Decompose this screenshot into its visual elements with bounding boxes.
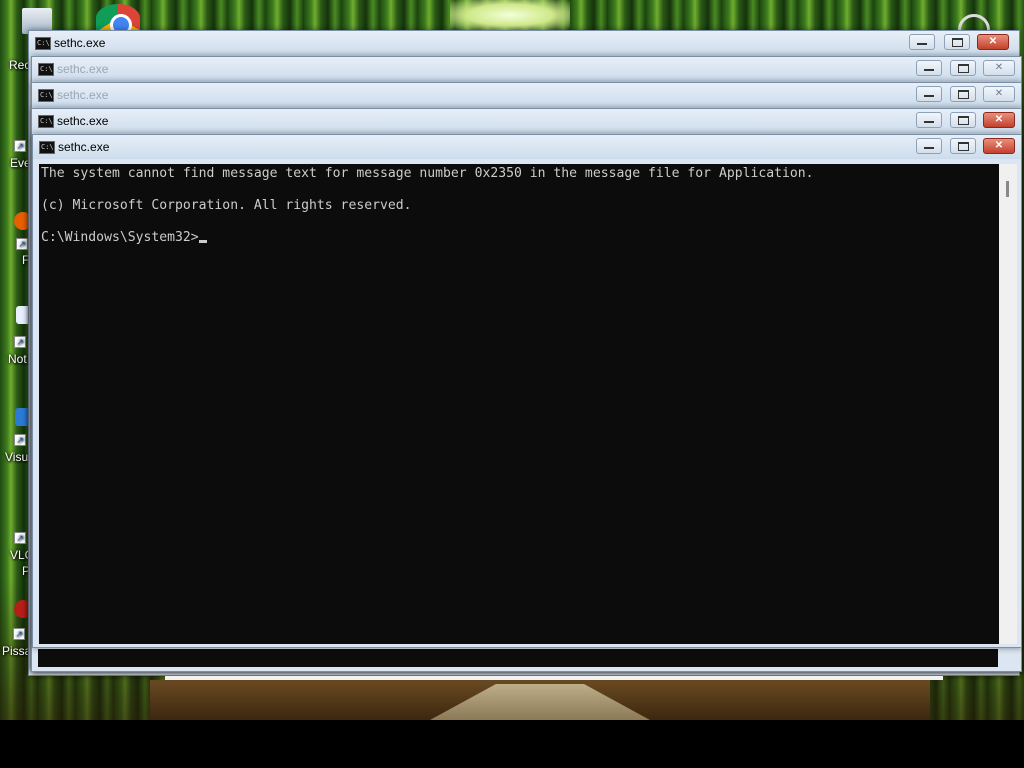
console-app-icon: C:\: [35, 37, 51, 50]
chrome-icon[interactable]: [96, 4, 140, 32]
close-icon: ✕: [994, 114, 1004, 125]
shortcut-arrow-icon: ↗: [14, 140, 26, 152]
maximize-icon: [957, 64, 969, 73]
maximize-icon: [957, 90, 969, 99]
maximize-button[interactable]: [950, 138, 976, 154]
text-cursor: [198, 240, 207, 243]
minimize-button[interactable]: [916, 112, 942, 128]
close-button[interactable]: ✕: [983, 86, 1015, 102]
window-title: sethc.exe: [57, 88, 109, 102]
close-button[interactable]: ✕: [977, 34, 1009, 50]
close-button[interactable]: ✕: [983, 60, 1015, 76]
minimize-button[interactable]: [916, 138, 942, 154]
maximize-icon: [957, 116, 969, 125]
desktop-icon-label: Not: [8, 352, 27, 366]
desktop-icon-label: Pissa: [2, 644, 32, 658]
console-app-icon: C:\: [38, 115, 54, 128]
minimize-icon: [924, 95, 934, 97]
window-title: sethc.exe: [57, 114, 109, 128]
shortcut-arrow-icon: ↗: [14, 434, 26, 446]
title-bar[interactable]: C:\ sethc.exe ✕: [29, 31, 1019, 55]
horizontal-scrollbar[interactable]: [165, 676, 943, 680]
minimize-icon: [924, 69, 934, 71]
shortcut-arrow-icon: ↗: [13, 628, 25, 640]
console-app-icon: C:\: [38, 63, 54, 76]
maximize-icon: [951, 38, 963, 47]
shortcut-arrow-icon: ↗: [14, 336, 26, 348]
console-underlay: [38, 649, 998, 667]
close-icon: ✕: [994, 140, 1004, 151]
window-title: sethc.exe: [57, 62, 109, 76]
console-app-icon: C:\: [38, 89, 54, 102]
vertical-scrollbar[interactable]: [999, 164, 1017, 644]
minimize-button[interactable]: [909, 34, 935, 50]
console-line: (c) Microsoft Corporation. All rights re…: [41, 198, 412, 213]
title-bar[interactable]: C:\ sethc.exe ✕: [32, 109, 1021, 133]
minimize-button[interactable]: [916, 60, 942, 76]
shortcut-arrow-icon: ↗: [16, 238, 28, 250]
shortcut-arrow-icon: ↗: [14, 532, 26, 544]
title-bar[interactable]: C:\ sethc.exe ✕: [32, 57, 1021, 81]
console-line: The system cannot find message text for …: [41, 166, 814, 181]
console-window-focused[interactable]: C:\ sethc.exe ✕ The system cannot find m…: [32, 134, 1022, 648]
maximize-button[interactable]: [950, 60, 976, 76]
minimize-icon: [917, 43, 927, 45]
close-icon: ✕: [994, 62, 1004, 73]
console-prompt-line[interactable]: C:\Windows\System32>: [41, 230, 999, 246]
maximize-button[interactable]: [950, 86, 976, 102]
close-button[interactable]: ✕: [983, 138, 1015, 154]
close-button[interactable]: ✕: [983, 112, 1015, 128]
scrollbar-thumb[interactable]: [1006, 181, 1009, 197]
console-prompt: C:\Windows\System32>: [41, 230, 199, 245]
minimize-icon: [924, 147, 934, 149]
wallpaper-sky: [450, 0, 570, 30]
close-icon: ✕: [988, 36, 998, 47]
console-app-icon: C:\: [39, 141, 55, 154]
minimize-icon: [924, 121, 934, 123]
console-output[interactable]: The system cannot find message text for …: [39, 164, 999, 644]
window-title: sethc.exe: [58, 140, 110, 154]
maximize-button[interactable]: [950, 112, 976, 128]
window-title: sethc.exe: [54, 36, 106, 50]
close-icon: ✕: [994, 88, 1004, 99]
maximize-button[interactable]: [944, 34, 970, 50]
minimize-button[interactable]: [916, 86, 942, 102]
title-bar[interactable]: C:\ sethc.exe ✕: [32, 83, 1021, 107]
desktop-icon-label: Visu: [5, 450, 29, 464]
title-bar[interactable]: C:\ sethc.exe ✕: [33, 135, 1021, 159]
maximize-icon: [957, 142, 969, 151]
